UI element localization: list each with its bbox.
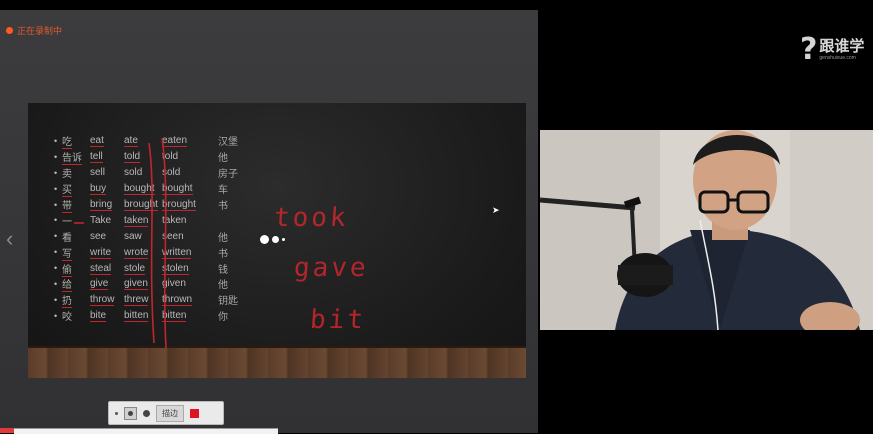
presentation-pane: 正在录制中 ‹ • 吃 eat ate eaten 汉堡 • 告诉 tell told told 他 •… [0, 10, 538, 433]
brand-logo: ? 跟谁学 genshuixue.com [800, 32, 864, 67]
pen-toolbar: 描边 [108, 401, 224, 425]
teacher-video-feed [540, 130, 873, 330]
pen-size-medium-button[interactable] [124, 406, 137, 420]
handwriting-gave: gave [292, 253, 370, 283]
pen-color-swatch[interactable] [190, 408, 199, 418]
bottom-toolbar[interactable] [14, 428, 278, 434]
recording-indicator: 正在录制中 [6, 24, 62, 37]
slide-canvas[interactable]: • 吃 eat ate eaten 汉堡 • 告诉 tell told told 他 • 卖 sell sol… [28, 103, 526, 378]
handwriting-bit: bit [308, 305, 368, 335]
question-mark-logo-icon: ? [800, 32, 818, 67]
teacher-video-image [540, 130, 873, 330]
loading-dots [260, 235, 285, 244]
recording-tab[interactable] [0, 428, 14, 433]
mouse-cursor-icon: ➤ [492, 205, 500, 215]
recording-status-text: 正在录制中 [17, 26, 63, 36]
handwriting-took: took [272, 203, 350, 233]
pen-size-large-button[interactable] [143, 409, 150, 417]
live-class-window: 正在录制中 ‹ • 吃 eat ate eaten 汉堡 • 告诉 tell told told 他 •… [0, 0, 873, 434]
edge-label-button[interactable]: 描边 [156, 404, 184, 422]
logo-main-text: 跟谁学 [819, 37, 865, 55]
chevron-left-icon[interactable]: ‹ [6, 228, 13, 250]
logo-sub-text: genshuixue.com [819, 54, 856, 61]
pen-size-small-button[interactable] [115, 411, 118, 415]
record-dot-icon [6, 27, 13, 34]
